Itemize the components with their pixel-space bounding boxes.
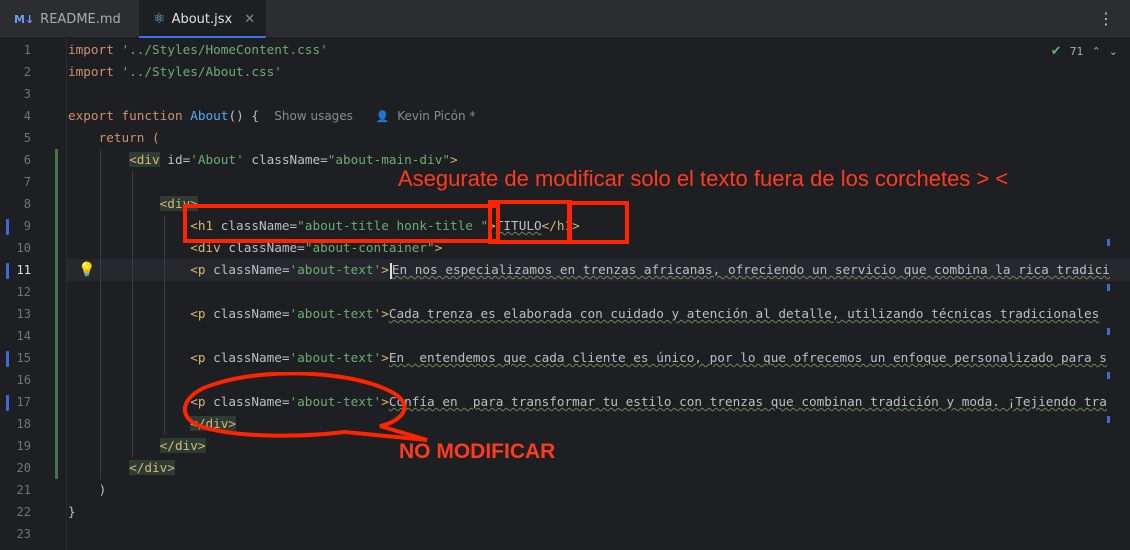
- chevron-down-icon[interactable]: ⌄: [1109, 45, 1118, 58]
- bookmark-marker[interactable]: [6, 351, 9, 367]
- line-number-gutter: 1 2 3 4 5 6 7 8 9 10 11 12 13 14 15 16 1…: [0, 38, 67, 550]
- line-number: 5: [23, 131, 31, 145]
- line-number: 18: [16, 417, 31, 431]
- line-number: 9: [23, 219, 31, 233]
- annotation-instruction-text: Asegurate de modificar solo el texto fue…: [398, 166, 1009, 191]
- checkmark-icon: ✔: [1050, 44, 1062, 59]
- code-line-15: <p className='about-text'>En entendemos …: [190, 350, 1107, 365]
- scrollbar-marker[interactable]: [1107, 372, 1110, 379]
- line-number: 4: [23, 109, 31, 123]
- tab-readme[interactable]: M↓ README.md: [0, 0, 128, 38]
- line-number: 13: [16, 307, 31, 321]
- code-line-20: </div>: [129, 460, 175, 475]
- show-usages-hint[interactable]: Show usages: [274, 109, 353, 123]
- editor-tab-bar: M↓ README.md ⚛ About.jsx ✕ ⋮: [0, 0, 1130, 38]
- line-number: 10: [16, 241, 31, 255]
- line-number: 16: [16, 373, 31, 387]
- line-number: 8: [23, 197, 31, 211]
- code-line-5: return (: [98, 130, 160, 145]
- person-icon: 👤: [375, 110, 390, 123]
- code-line-1: import '../Styles/HomeContent.css': [68, 42, 328, 57]
- line-number: 20: [16, 461, 31, 475]
- code-line-21: ): [98, 482, 107, 497]
- scrollbar-marker[interactable]: [1107, 328, 1110, 335]
- annotation-speech-bubble: [182, 372, 428, 442]
- line-number: 2: [23, 65, 31, 79]
- code-line-22: }: [68, 504, 76, 519]
- code-line-2: import '../Styles/About.css': [68, 64, 282, 79]
- bookmark-marker[interactable]: [6, 219, 9, 235]
- bookmark-marker[interactable]: [6, 395, 9, 411]
- line-number: 1: [23, 43, 31, 57]
- line-number: 17: [16, 395, 31, 409]
- markdown-file-icon: M↓: [14, 12, 35, 26]
- tab-label: README.md: [40, 11, 121, 27]
- tab-about-jsx[interactable]: ⚛ About.jsx ✕: [139, 0, 266, 38]
- annotation-ellipse-shape: [182, 372, 428, 442]
- inspection-widget[interactable]: ✔ 71 ⌃ ⌄: [1051, 44, 1118, 59]
- line-number: 3: [23, 87, 31, 101]
- line-number: 21: [16, 483, 31, 497]
- code-line-8: <div>: [159, 196, 198, 211]
- chevron-up-icon[interactable]: ⌃: [1092, 45, 1101, 58]
- annotation-box-h1: [183, 204, 500, 243]
- line-number: 6: [23, 153, 31, 167]
- inspection-count: 71: [1069, 45, 1084, 58]
- code-line-11: <p className='about-text'> En nos especia…: [190, 262, 1110, 279]
- line-number: 15: [16, 351, 31, 365]
- react-file-icon: ⚛: [153, 11, 166, 27]
- vcs-change-marker[interactable]: [55, 171, 58, 479]
- line-number: 12: [16, 285, 31, 299]
- more-options-icon[interactable]: ⋮: [1098, 9, 1114, 28]
- code-line-4: export function About() { Show usages 👤 …: [68, 108, 476, 123]
- line-number: 19: [16, 439, 31, 453]
- line-number: 14: [16, 329, 31, 343]
- code-editor[interactable]: 1 2 3 4 5 6 7 8 9 10 11 12 13 14 15 16 1…: [0, 38, 1130, 550]
- line-number: 22: [16, 505, 31, 519]
- bookmark-marker[interactable]: [6, 263, 9, 279]
- line-number: 7: [23, 175, 31, 189]
- author-hint[interactable]: Kevin Picón *: [397, 109, 475, 123]
- code-line-13: <p className='about-text'>Cada trenza es…: [190, 306, 1100, 321]
- close-icon[interactable]: ✕: [244, 12, 255, 27]
- line-number: 11: [16, 263, 31, 277]
- annotation-warning-text: NO MODIFICAR: [399, 440, 556, 463]
- annotation-box-title-text: [488, 200, 572, 244]
- vcs-change-marker[interactable]: [55, 149, 58, 171]
- tab-label: About.jsx: [171, 11, 233, 27]
- scrollbar-marker[interactable]: [1107, 284, 1110, 291]
- scrollbar-marker[interactable]: [1107, 239, 1110, 246]
- scrollbar-marker[interactable]: [1107, 416, 1110, 423]
- annotation-box-closing-tag: [567, 201, 629, 244]
- line-number: 23: [16, 527, 31, 541]
